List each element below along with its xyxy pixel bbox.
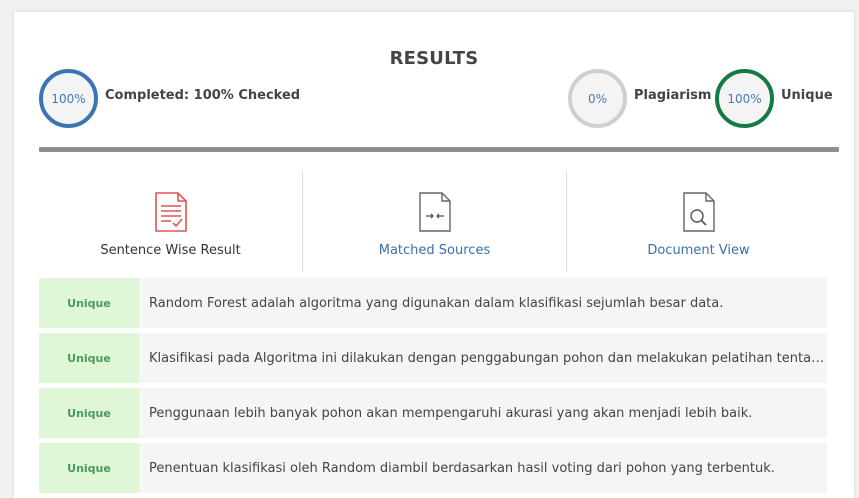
- unique-progress-ring: 100%: [715, 69, 774, 128]
- sentence-text: Penggunaan lebih banyak pohon akan mempe…: [149, 405, 753, 421]
- result-row[interactable]: Unique Penggunaan lebih banyak pohon aka…: [39, 388, 827, 438]
- unique-status-badge: Unique: [39, 388, 139, 438]
- tab-label: Document View: [647, 243, 750, 258]
- tab-label: Sentence Wise Result: [100, 243, 241, 258]
- results-card: RESULTS 100% Completed: 100% Checked 0% …: [14, 12, 854, 498]
- tab-document-view[interactable]: Document View: [567, 172, 830, 272]
- page-title: RESULTS: [389, 48, 479, 69]
- completed-percent: 100%: [51, 91, 86, 106]
- plagiarism-progress-ring: 0%: [568, 69, 627, 128]
- sentence-text: Random Forest adalah algoritma yang digu…: [149, 295, 724, 311]
- unique-status-badge: Unique: [39, 443, 139, 493]
- unique-status-badge: Unique: [39, 278, 139, 328]
- sentence-text: Penentuan klasifikasi oleh Random diambi…: [149, 460, 775, 476]
- progress-divider: [39, 147, 839, 152]
- unique-status-badge: Unique: [39, 333, 139, 383]
- document-search-icon: [682, 192, 715, 232]
- unique-label: Unique: [781, 88, 833, 103]
- result-row[interactable]: Unique Random Forest adalah algoritma ya…: [39, 278, 827, 328]
- result-row[interactable]: Unique Penentuan klasifikasi oleh Random…: [39, 443, 827, 493]
- completed-progress-ring: 100%: [39, 69, 98, 128]
- plagiarism-label: Plagiarism: [634, 88, 712, 103]
- tab-sentence-wise-result[interactable]: Sentence Wise Result: [39, 172, 302, 272]
- plagiarism-percent: 0%: [587, 91, 608, 106]
- completed-label: Completed: 100% Checked: [105, 88, 301, 103]
- tab-matched-sources[interactable]: Matched Sources: [303, 172, 566, 272]
- sentence-result-list: Unique Random Forest adalah algoritma ya…: [39, 278, 827, 498]
- unique-percent: 100%: [727, 91, 762, 106]
- result-row[interactable]: Unique Klasifikasi pada Algoritma ini di…: [39, 333, 827, 383]
- document-compare-icon: [418, 192, 451, 232]
- sentence-text: Klasifikasi pada Algoritma ini dilakukan…: [149, 350, 827, 366]
- tab-label: Matched Sources: [378, 243, 491, 258]
- document-check-icon: [154, 192, 187, 232]
